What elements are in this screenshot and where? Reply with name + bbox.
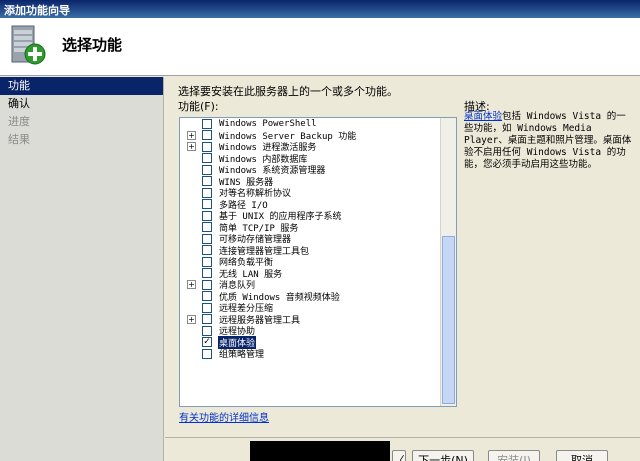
feature-checkbox[interactable] xyxy=(202,245,212,256)
feature-checkbox[interactable] xyxy=(202,279,212,290)
window-titlebar: 添加功能向导 xyxy=(0,0,640,18)
expand-icon[interactable]: + xyxy=(187,130,196,140)
expander-spacer xyxy=(187,246,196,255)
expander-spacer xyxy=(187,338,196,347)
expander-spacer xyxy=(187,211,196,220)
vertical-scrollbar[interactable] xyxy=(440,118,456,406)
feature-checkbox[interactable] xyxy=(202,141,212,152)
features-tree[interactable]: Windows PowerShell + Windows Server Backup… xyxy=(179,117,457,407)
nav-item-results: 结果 xyxy=(8,133,30,146)
feature-checkbox[interactable] xyxy=(202,348,212,359)
expander-spacer xyxy=(187,234,196,243)
nav-item-progress: 进度 xyxy=(8,115,30,128)
description-link[interactable]: 桌面体验 xyxy=(464,111,502,122)
feature-checkbox[interactable]: ✓ xyxy=(202,337,212,348)
previous-button[interactable]: 〈 xyxy=(392,450,406,461)
feature-checkbox[interactable] xyxy=(202,130,212,141)
server-add-icon xyxy=(11,25,46,65)
expander-spacer xyxy=(187,154,196,163)
feature-checkbox[interactable] xyxy=(202,291,212,302)
description-text: 桌面体验包括 Windows Vista 的一些功能，如 Windows Med… xyxy=(464,111,634,171)
expander-spacer xyxy=(187,188,196,197)
feature-checkbox[interactable] xyxy=(202,268,212,279)
wizard-header: 选择功能 xyxy=(0,18,640,76)
expander-spacer xyxy=(187,257,196,266)
expander-spacer xyxy=(187,177,196,186)
expand-icon[interactable]: + xyxy=(187,314,196,324)
expander-spacer xyxy=(187,200,196,209)
next-button[interactable]: 下一步(N) > xyxy=(412,450,474,461)
feature-checkbox[interactable] xyxy=(202,118,212,129)
feature-checkbox[interactable] xyxy=(202,153,212,164)
expander-spacer xyxy=(187,269,196,278)
expander-spacer xyxy=(187,119,196,128)
nav-item-features[interactable]: 功能 xyxy=(0,77,163,95)
expander-spacer xyxy=(187,349,196,358)
feature-checkbox[interactable] xyxy=(202,187,212,198)
more-info-link[interactable]: 有关功能的详细信息 xyxy=(179,409,269,424)
bottom-separator xyxy=(165,437,640,438)
install-button[interactable]: 安装(I) xyxy=(488,450,540,461)
feature-row[interactable]: 组策略管理 xyxy=(180,348,442,360)
nav-item-confirm[interactable]: 确认 xyxy=(0,95,163,113)
cancel-button[interactable]: 取消 xyxy=(556,450,608,461)
feature-checkbox[interactable] xyxy=(202,256,212,267)
main-panel: 选择要安装在此服务器上的一个或多个功能。 功能(F): 描述: Windows … xyxy=(165,77,640,461)
feature-checkbox[interactable] xyxy=(202,314,212,325)
feature-checkbox[interactable] xyxy=(202,199,212,210)
feature-checkbox[interactable] xyxy=(202,164,212,175)
page-title: 选择功能 xyxy=(62,36,123,54)
scrollbar-thumb[interactable] xyxy=(442,236,455,404)
expand-icon[interactable]: + xyxy=(187,280,196,290)
feature-label: 组策略管理 xyxy=(219,350,265,361)
feature-checkbox[interactable] xyxy=(202,325,212,336)
feature-checkbox[interactable] xyxy=(202,222,212,233)
feature-checkbox[interactable] xyxy=(202,210,212,221)
window-title: 添加功能向导 xyxy=(4,4,70,17)
wizard-nav: 功能 确认 进度 结果 xyxy=(0,77,164,461)
feature-checkbox[interactable] xyxy=(202,233,212,244)
expander-spacer xyxy=(187,292,196,301)
expander-spacer xyxy=(187,303,196,312)
expander-spacer xyxy=(187,223,196,232)
feature-checkbox[interactable] xyxy=(202,302,212,313)
feature-checkbox[interactable] xyxy=(202,176,212,187)
expander-spacer xyxy=(187,326,196,335)
features-rows: Windows PowerShell + Windows Server Backup… xyxy=(180,118,442,360)
features-list-label: 功能(F): xyxy=(178,100,219,113)
feature-label: Windows PowerShell xyxy=(219,118,317,129)
instruction-text: 选择要安装在此服务器上的一个或多个功能。 xyxy=(178,85,398,98)
expand-icon[interactable]: + xyxy=(187,142,196,152)
expander-spacer xyxy=(187,165,196,174)
redacted-area xyxy=(250,441,390,461)
